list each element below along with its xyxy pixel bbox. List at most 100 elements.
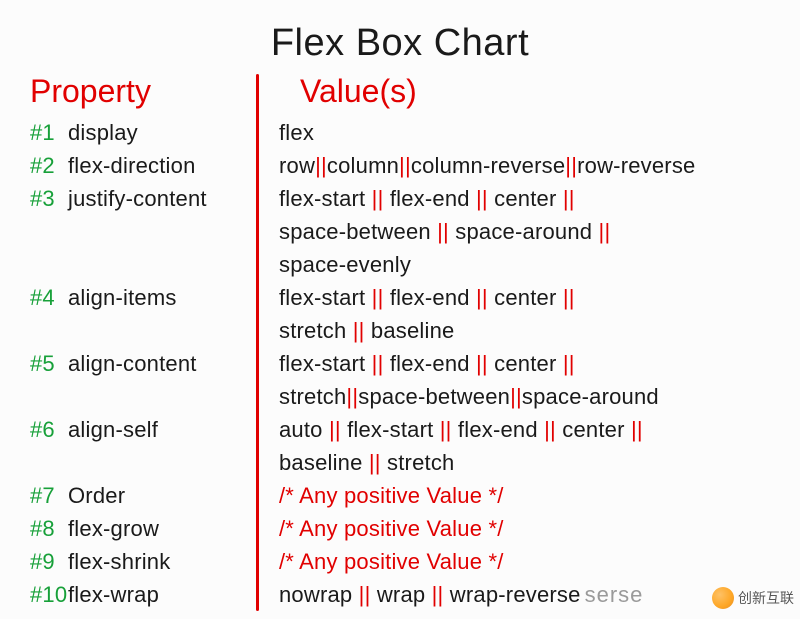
row-number: #9 (30, 545, 68, 578)
value-cell: flex-start || flex-end || center || (279, 182, 770, 215)
value-separator: || (544, 417, 556, 442)
property-value: flex-start (279, 186, 365, 211)
row-number: #5 (30, 347, 68, 380)
column-header-values: Value(s) (256, 73, 770, 110)
value-cell: stretch || baseline (279, 314, 770, 347)
property-name: align-content (68, 347, 197, 380)
truncated-suffix: serse (585, 582, 644, 607)
value-cell: space-between || space-around || (279, 215, 770, 248)
property-value: row-reverse (577, 153, 695, 178)
property-name: justify-content (68, 182, 207, 215)
property-value: stretch (279, 318, 346, 343)
property-name: flex-direction (68, 149, 196, 182)
value-cell: row||column||column-reverse||row-reverse (279, 149, 770, 182)
property-value: row (279, 153, 315, 178)
table-row: #4align-items (30, 281, 256, 314)
property-value: center (494, 285, 556, 310)
table-row (30, 314, 256, 347)
property-value: nowrap (279, 582, 352, 607)
table-row: #9flex-shrink (30, 545, 256, 578)
property-value: flex-start (279, 285, 365, 310)
property-name: flex-wrap (68, 578, 159, 611)
page-title: Flex Box Chart (30, 22, 770, 65)
table-row: #10flex-wrap (30, 578, 256, 611)
property-name: align-items (68, 281, 177, 314)
property-value: space-evenly (279, 252, 411, 277)
table-row (30, 380, 256, 413)
value-cell: auto || flex-start || flex-end || center… (279, 413, 770, 446)
watermark: 创新互联 (712, 587, 794, 609)
property-value: center (562, 417, 624, 442)
value-separator: || (315, 153, 327, 178)
row-number: #4 (30, 281, 68, 314)
property-value: column-reverse (411, 153, 565, 178)
value-separator: || (372, 285, 384, 310)
row-number: #6 (30, 413, 68, 446)
table-row: #1display (30, 116, 256, 149)
property-value: column (327, 153, 399, 178)
property-value: space-around (522, 384, 659, 409)
property-value: stretch (279, 384, 346, 409)
property-value: baseline (279, 450, 363, 475)
value-separator: || (346, 384, 358, 409)
value-cell: /* Any positive Value */ (279, 512, 770, 545)
watermark-logo-icon (712, 587, 734, 609)
property-value: center (494, 186, 556, 211)
property-value: flex-start (347, 417, 433, 442)
value-cell: flex (279, 116, 770, 149)
property-comment: /* Any positive Value */ (279, 483, 504, 508)
value-cell: flex-start || flex-end || center || (279, 281, 770, 314)
value-separator: || (440, 417, 452, 442)
value-separator: || (369, 450, 381, 475)
value-cell: stretch||space-between||space-around (279, 380, 770, 413)
property-value: flex (279, 120, 314, 145)
value-separator: || (372, 186, 384, 211)
value-separator: || (563, 351, 575, 376)
value-cell: space-evenly (279, 248, 770, 281)
table-row: #6align-self (30, 413, 256, 446)
property-value: flex-end (390, 186, 470, 211)
property-value: auto (279, 417, 323, 442)
property-comment: /* Any positive Value */ (279, 516, 504, 541)
table-row: #7Order (30, 479, 256, 512)
row-number: #3 (30, 182, 68, 215)
property-name: Order (68, 479, 125, 512)
value-separator: || (359, 582, 371, 607)
column-header-property: Property (30, 73, 256, 110)
value-separator: || (599, 219, 611, 244)
watermark-text: 创新互联 (738, 588, 794, 608)
row-number: #7 (30, 479, 68, 512)
row-number: #10 (30, 578, 68, 611)
property-comment: /* Any positive Value */ (279, 549, 504, 574)
property-name: flex-grow (68, 512, 159, 545)
property-value: baseline (371, 318, 455, 343)
value-separator: || (476, 351, 488, 376)
value-separator: || (510, 384, 522, 409)
value-cell: nowrap || wrap || wrap-reverseserse (279, 578, 770, 611)
table-row (30, 446, 256, 479)
row-number: #1 (30, 116, 68, 149)
value-separator: || (437, 219, 449, 244)
table-row: #8flex-grow (30, 512, 256, 545)
value-separator: || (329, 417, 341, 442)
chart-table: #1display#2flex-direction#3justify-conte… (30, 116, 770, 611)
property-name: align-self (68, 413, 158, 446)
value-separator: || (476, 285, 488, 310)
value-cell: flex-start || flex-end || center || (279, 347, 770, 380)
property-value: space-around (455, 219, 592, 244)
value-separator: || (432, 582, 444, 607)
table-row: #2flex-direction (30, 149, 256, 182)
value-separator: || (631, 417, 643, 442)
property-value: flex-end (390, 351, 470, 376)
value-cell: baseline || stretch (279, 446, 770, 479)
table-row (30, 248, 256, 281)
property-value: flex-end (390, 285, 470, 310)
value-separator: || (563, 285, 575, 310)
row-number: #8 (30, 512, 68, 545)
property-value: stretch (387, 450, 454, 475)
table-row (30, 215, 256, 248)
table-row: #5align-content (30, 347, 256, 380)
property-name: flex-shrink (68, 545, 170, 578)
value-separator: || (399, 153, 411, 178)
property-value: center (494, 351, 556, 376)
